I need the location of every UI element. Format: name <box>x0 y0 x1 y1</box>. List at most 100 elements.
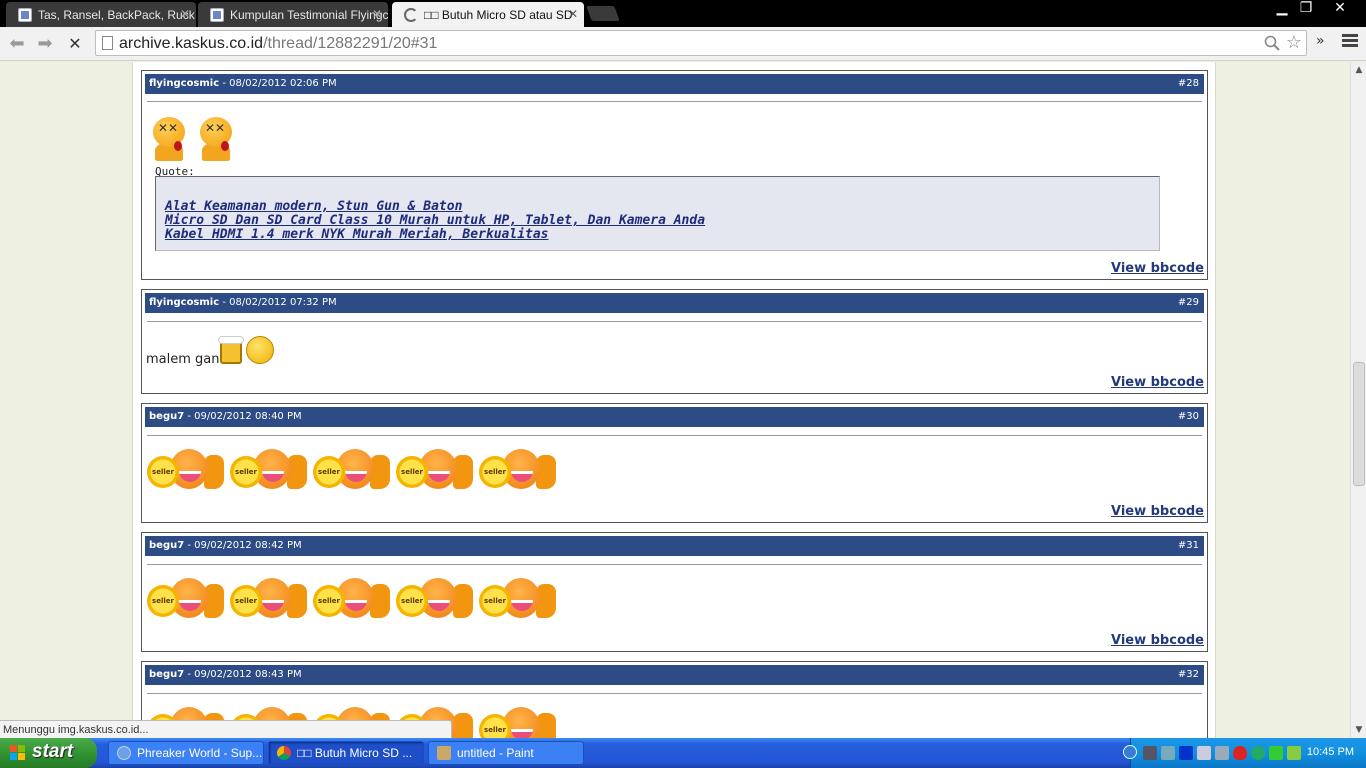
seller-thumbs-up-emoticon-icon: seller <box>312 449 392 494</box>
post-author[interactable]: flyingcosmic <box>149 297 219 308</box>
taskbar-item-active[interactable]: □□ Butuh Micro SD ... <box>268 741 424 765</box>
quote-link[interactable]: Micro SD Dan SD Card Class 10 Murah untu… <box>165 214 1159 228</box>
seller-thumbs-up-emoticon-icon: seller <box>478 578 558 623</box>
post-date: - 08/02/2012 07:32 PM <box>222 297 337 308</box>
emoticon-row: seller seller seller seller seller <box>146 578 561 623</box>
post-author[interactable]: begu7 <box>149 411 184 422</box>
windows-flag-icon <box>10 745 26 761</box>
tray-collapse-icon[interactable] <box>1123 745 1137 759</box>
start-button[interactable]: start <box>0 738 97 768</box>
post-number[interactable]: #30 <box>1178 407 1199 427</box>
quote-link[interactable]: Kabel HDMI 1.4 merk NYK Murah Meriah, Be… <box>165 228 1159 242</box>
tray-app-icon[interactable] <box>1215 746 1229 760</box>
scroll-down-arrow-icon[interactable]: ▼ <box>1353 724 1365 736</box>
restore-window-button[interactable]: ❐ <box>1292 0 1320 18</box>
post-divider <box>147 564 1202 565</box>
post-date: - 08/02/2012 02:06 PM <box>222 78 337 89</box>
tray-app-icon[interactable] <box>1251 746 1265 760</box>
post-divider <box>147 693 1202 694</box>
tab-title: Tas, Ransel, BackPack, Ruck <box>38 8 195 22</box>
close-icon[interactable]: ✕ <box>180 7 190 21</box>
taskbar-item-label: untitled - Paint <box>457 746 534 760</box>
view-bbcode-link[interactable]: View bbcode <box>1111 261 1204 276</box>
quote-link[interactable]: Alat Keamanan modern, Stun Gun & Baton <box>165 200 1159 214</box>
url-text[interactable]: archive.kaskus.co.id/thread/12882291/20#… <box>119 35 437 53</box>
forum-post: flyingcosmic - 08/02/2012 07:32 PM #29 m… <box>141 289 1208 394</box>
post-number[interactable]: #32 <box>1178 665 1199 685</box>
close-icon[interactable]: ✕ <box>568 7 578 21</box>
seller-badge-label: seller <box>147 585 179 617</box>
back-button[interactable]: ⬅ <box>6 33 28 55</box>
loading-status-bubble: Menunggu img.kaskus.co.id... <box>0 720 452 738</box>
post-header: begu7 - 09/02/2012 08:42 PM #31 <box>145 536 1204 556</box>
post-number[interactable]: #28 <box>1178 74 1199 94</box>
taskbar-item-label: Phreaker World - Sup... <box>137 746 263 760</box>
kaskus-favicon-icon <box>210 8 224 22</box>
bookmark-star-icon[interactable]: ☆ <box>1286 32 1302 53</box>
extensions-chevron-icon[interactable]: » <box>1316 33 1325 49</box>
shield-icon[interactable] <box>1233 746 1247 760</box>
kaskus-favicon-icon <box>18 8 32 22</box>
dead-smiley-emoticon-icon: ✕✕ <box>197 117 237 163</box>
seller-thumbs-up-emoticon-icon: seller <box>478 707 558 738</box>
vertical-scrollbar[interactable]: ▲ ▼ <box>1350 62 1366 738</box>
emoticon-row: ✕✕ ✕✕ <box>150 117 244 163</box>
seller-thumbs-up-emoticon-icon: seller <box>395 578 475 623</box>
emoticon-row: seller seller seller seller seller <box>146 449 561 494</box>
forum-post: begu7 - 09/02/2012 08:42 PM #31 seller s… <box>141 532 1208 652</box>
clock[interactable]: 10:45 PM <box>1307 746 1354 758</box>
scroll-up-arrow-icon[interactable]: ▲ <box>1353 64 1365 76</box>
post-message: malem gan <box>146 352 220 367</box>
browser-tab[interactable]: Tas, Ransel, BackPack, Ruck ✕ <box>6 2 196 27</box>
forward-button[interactable]: ➡ <box>34 33 56 55</box>
seller-badge-label: seller <box>313 585 345 617</box>
post-header: flyingcosmic - 08/02/2012 07:32 PM #29 <box>145 293 1204 313</box>
warning-icon[interactable] <box>1269 746 1283 760</box>
seller-badge-label: seller <box>396 585 428 617</box>
post-number[interactable]: #31 <box>1178 536 1199 556</box>
play-icon[interactable] <box>1179 746 1193 760</box>
chrome-icon <box>277 746 291 760</box>
view-bbcode-link[interactable]: View bbcode <box>1111 633 1204 648</box>
forum-post: begu7 - 09/02/2012 08:40 PM #30 seller s… <box>141 403 1208 523</box>
new-tab-button[interactable] <box>586 6 620 21</box>
loading-spinner-icon <box>404 8 418 22</box>
seller-thumbs-up-emoticon-icon: seller <box>229 578 309 623</box>
post-divider <box>147 101 1202 102</box>
seller-badge-label: seller <box>479 585 511 617</box>
network-icon[interactable] <box>1161 746 1175 760</box>
tray-app-icon[interactable] <box>1287 746 1301 760</box>
seller-thumbs-up-emoticon-icon: seller <box>312 578 392 623</box>
post-author[interactable]: flyingcosmic <box>149 78 219 89</box>
tray-app-icon[interactable] <box>1143 746 1157 760</box>
taskbar-item[interactable]: Phreaker World - Sup... <box>108 741 264 765</box>
forum-post: flyingcosmic - 08/02/2012 02:06 PM #28 ✕… <box>141 70 1208 280</box>
tray-app-icon[interactable] <box>1197 746 1211 760</box>
system-tray: 10:45 PM <box>1123 738 1366 768</box>
post-divider <box>147 321 1202 322</box>
seller-thumbs-up-emoticon-icon: seller <box>478 449 558 494</box>
post-header: begu7 - 09/02/2012 08:43 PM #32 <box>145 665 1204 685</box>
stop-loading-button[interactable]: ✕ <box>64 33 86 55</box>
paint-icon <box>437 746 451 760</box>
close-icon[interactable]: ✕ <box>372 7 382 21</box>
start-label: start <box>32 741 74 762</box>
page-viewport: flyingcosmic - 08/02/2012 02:06 PM #28 ✕… <box>0 62 1350 738</box>
taskbar-item[interactable]: untitled - Paint <box>428 741 584 765</box>
menu-icon[interactable] <box>1342 34 1358 48</box>
close-window-button[interactable]: ✕ <box>1326 0 1354 18</box>
view-bbcode-link[interactable]: View bbcode <box>1111 375 1204 390</box>
address-bar[interactable]: archive.kaskus.co.id/thread/12882291/20#… <box>95 30 1307 56</box>
seller-badge-label: seller <box>313 456 345 488</box>
post-author[interactable]: begu7 <box>149 669 184 680</box>
seller-badge-label: seller <box>230 456 262 488</box>
post-author[interactable]: begu7 <box>149 540 184 551</box>
seller-badge-label: seller <box>396 456 428 488</box>
view-bbcode-link[interactable]: View bbcode <box>1111 504 1204 519</box>
post-date: - 09/02/2012 08:40 PM <box>187 411 302 422</box>
browser-tab[interactable]: Kumpulan Testimonial Flyingc ✕ <box>198 2 388 27</box>
scrollbar-thumb[interactable] <box>1353 362 1365 486</box>
browser-tab-active[interactable]: □□ Butuh Micro SD atau SD ✕ <box>392 2 584 27</box>
search-icon[interactable] <box>1264 35 1280 51</box>
post-number[interactable]: #29 <box>1178 293 1199 313</box>
